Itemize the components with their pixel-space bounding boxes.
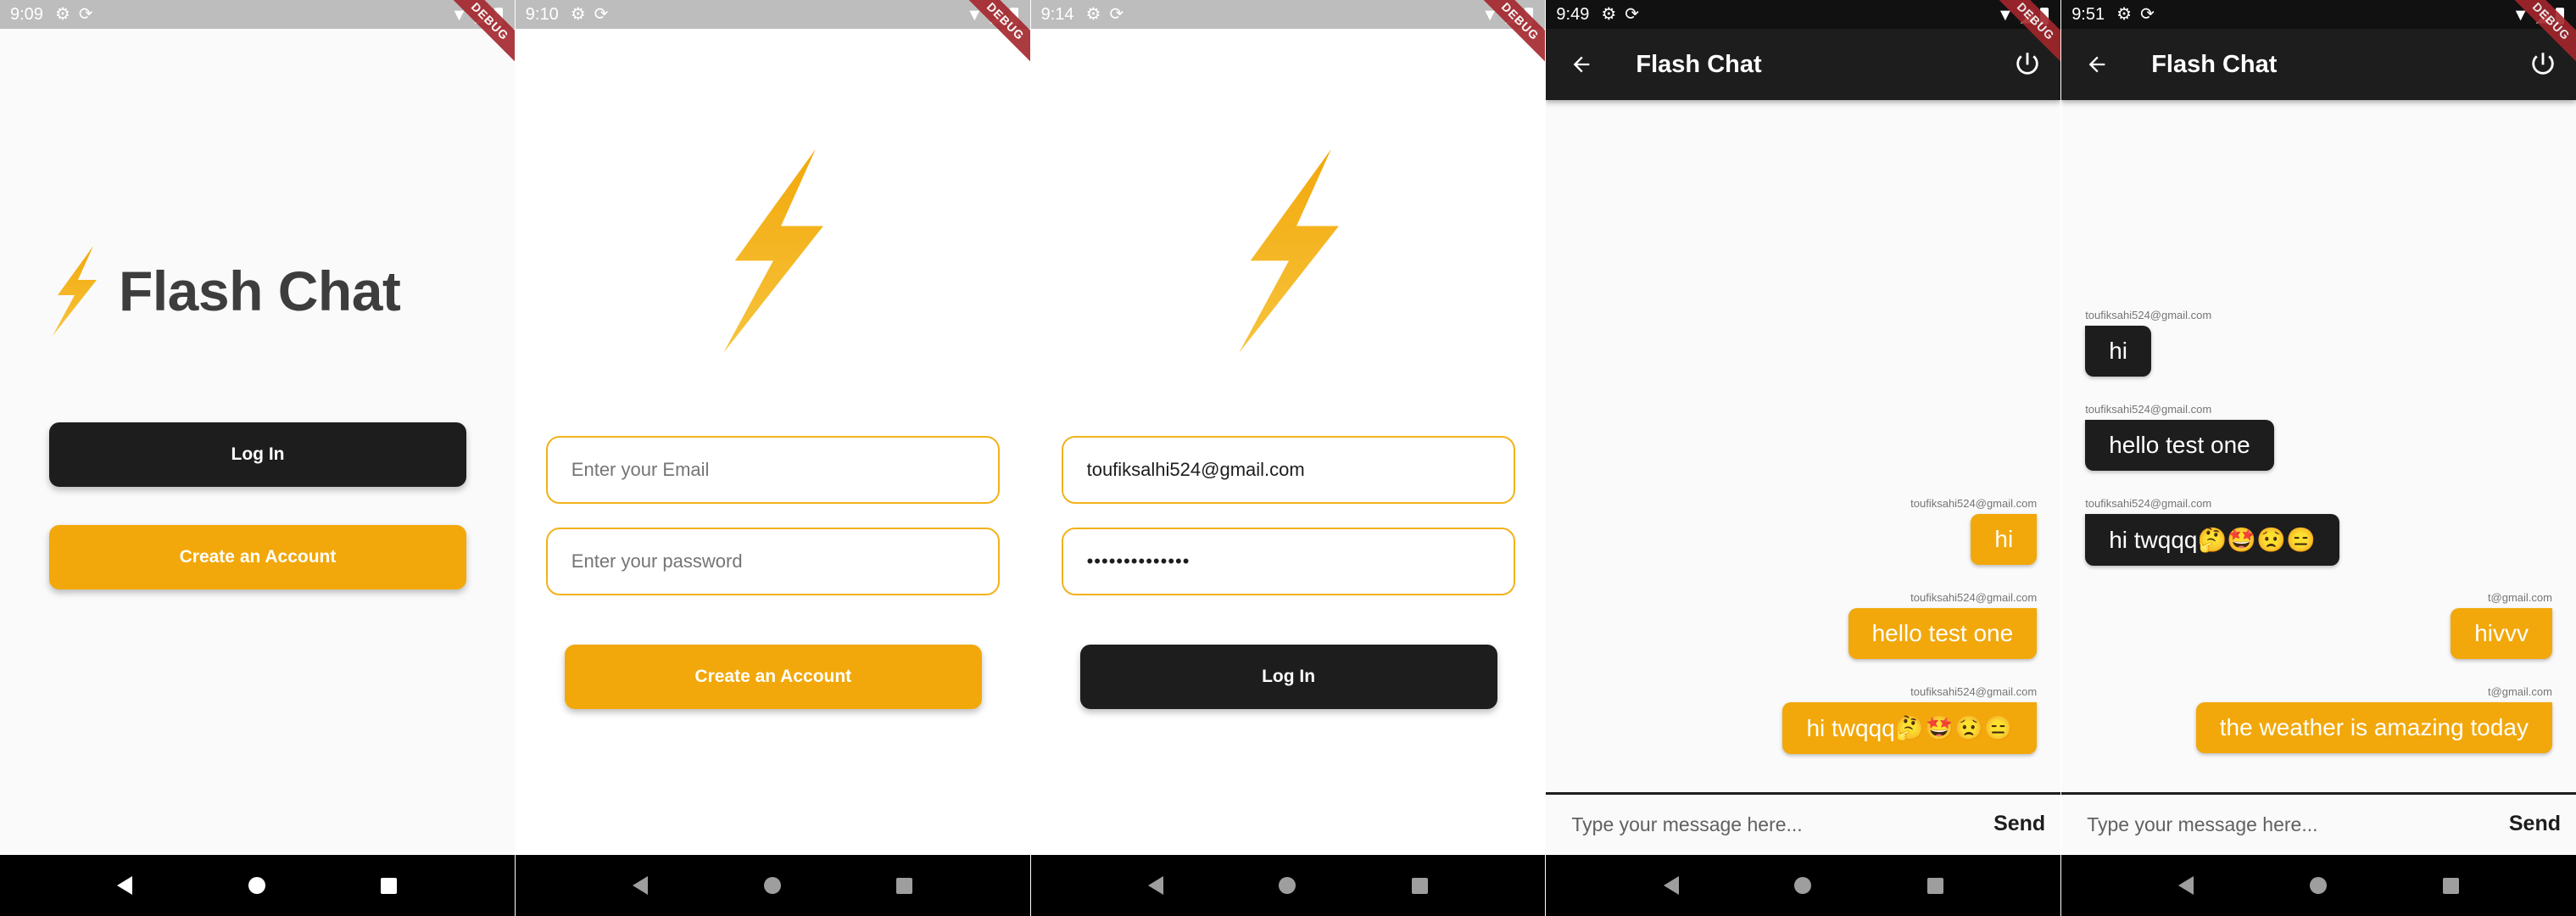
message-item: toufiksahi524@gmail.com hi [1910,497,2038,565]
message-sender: toufiksahi524@gmail.com [1910,591,2038,604]
bolt-icon [722,148,823,354]
send-button[interactable]: Send [2509,812,2561,836]
settings-icon: ⚙ [570,5,586,24]
nav-back-icon[interactable] [1663,876,1679,895]
nav-home-icon[interactable] [2310,877,2328,894]
message-list: toufiksahi524@gmail.com hi toufiksahi524… [1546,100,2060,792]
status-bar: 9:09 ⚙ ⟳ ▼ ◢ [0,0,515,29]
status-time: 9:51 [2071,4,2105,24]
send-button[interactable]: Send [1993,812,2045,836]
status-time: 9:09 [10,4,43,24]
message-bubble: hivvv [2451,608,2552,659]
nav-back-icon[interactable] [117,876,133,895]
back-arrow-icon[interactable] [2085,53,2109,76]
sync-icon: ⟳ [2140,5,2155,24]
settings-icon: ⚙ [2116,5,2133,24]
nav-recents-icon[interactable] [381,877,398,894]
message-bubble: hi twqqq🤔🤩😟😑 [2085,514,2339,566]
message-input[interactable]: Type your message here... [1571,813,1802,836]
power-icon[interactable] [2529,49,2557,78]
email-field[interactable]: Enter your Email [545,436,1000,504]
status-bar: 9:10 ⚙ ⟳ ▼ ◢ [515,0,1030,29]
message-item: toufiksahi524@gmail.com hi twqqq🤔🤩😟😑 [2085,497,2339,566]
app-title: Flash Chat [119,260,401,322]
status-bar: 9:49 ⚙ ⟳ ▼ ◢ [1546,0,2061,29]
settings-icon: ⚙ [54,5,70,24]
message-sender: toufiksahi524@gmail.com [2085,309,2212,321]
app-bar: Flash Chat [2061,29,2576,100]
welcome-screen: 9:09 ⚙ ⟳ ▼ ◢ DEBUG Flash Chat Log In Cre… [0,0,515,916]
status-time: 9:49 [1556,4,1590,24]
status-time: 9:14 [1040,4,1074,24]
sync-icon: ⟳ [78,5,93,24]
system-nav-bar [515,855,1030,916]
message-bubble: hi [2085,326,2151,377]
nav-recents-icon[interactable] [1926,877,1943,894]
email-field[interactable]: toufiksalhi524@gmail.com [1061,436,1515,504]
status-bar: 9:14 ⚙ ⟳ ▼ ◢ [1030,0,1546,29]
nav-home-icon[interactable] [248,877,265,894]
message-bubble: hello test one [2085,420,2274,471]
nav-recents-icon[interactable] [2442,877,2459,894]
login-screen: 9:14 ⚙ ⟳ ▼ ◢ DEBUG toufiksalhi524@gmail.… [1030,0,1546,916]
message-sender: toufiksahi524@gmail.com [2085,497,2212,510]
create-account-button[interactable]: Create an Account [564,645,982,709]
brand: Flash Chat [49,246,401,336]
message-sender: t@gmail.com [2487,685,2552,698]
login-button[interactable]: Log In [1079,645,1497,709]
system-nav-bar [1546,855,2061,916]
app-bar-title: Flash Chat [2151,51,2278,78]
create-account-button[interactable]: Create an Account [49,525,466,589]
message-composer: Type your message here... Send [1546,792,2061,855]
nav-recents-icon[interactable] [1412,877,1429,894]
nav-back-icon[interactable] [1147,876,1163,895]
back-arrow-icon[interactable] [1570,53,1593,76]
nav-home-icon[interactable] [1794,877,1812,894]
chat-screen-sender: 9:49 ⚙ ⟳ ▼ ◢ Flash Chat DEBUG toufiksahi… [1546,0,2061,916]
nav-home-icon[interactable] [763,877,781,894]
sync-icon: ⟳ [594,5,609,24]
settings-icon: ⚙ [1601,5,1617,24]
power-icon[interactable] [2013,49,2042,78]
sync-icon: ⟳ [1625,5,1640,24]
message-item: toufiksahi524@gmail.com hello test one [2085,403,2274,471]
message-item: toufiksahi524@gmail.com hi twqqq🤔🤩😟😑 [1782,685,2038,754]
chat-screen-receiver: 9:51 ⚙ ⟳ ▼ ◢ Flash Chat DEBUG toufiksahi… [2061,0,2576,916]
bolt-icon [53,246,97,336]
password-field[interactable]: •••••••••••••• [1061,528,1515,595]
message-bubble: hello test one [1848,608,2038,659]
message-list: toufiksahi524@gmail.com hi toufiksahi524… [2061,100,2576,792]
password-field[interactable]: Enter your password [545,528,1000,595]
message-sender: t@gmail.com [2487,591,2552,604]
system-nav-bar [1030,855,1546,916]
settings-icon: ⚙ [1085,5,1101,24]
message-bubble: the weather is amazing today [2195,702,2552,753]
registration-screen: 9:10 ⚙ ⟳ ▼ ◢ DEBUG Enter your Email Ente… [515,0,1030,916]
app-bar: Flash Chat [1546,29,2061,100]
message-input[interactable]: Type your message here... [2087,813,2317,836]
message-item: t@gmail.com the weather is amazing today [2195,685,2552,753]
status-time: 9:10 [525,4,559,24]
message-item: toufiksahi524@gmail.com hi [2085,309,2211,377]
status-bar: 9:51 ⚙ ⟳ ▼ ◢ [2061,0,2576,29]
nav-home-icon[interactable] [1279,877,1296,894]
message-sender: toufiksahi524@gmail.com [1910,685,2038,698]
nav-back-icon[interactable] [633,876,649,895]
login-button[interactable]: Log In [49,422,466,487]
message-sender: toufiksahi524@gmail.com [2085,403,2212,416]
system-nav-bar [2061,855,2576,916]
message-bubble: hi twqqq🤔🤩😟😑 [1782,702,2038,754]
message-item: t@gmail.com hivvv [2451,591,2552,659]
bolt-icon [1238,148,1339,354]
sync-icon: ⟳ [1109,5,1124,24]
message-bubble: hi [1971,514,2038,565]
app-bar-title: Flash Chat [1636,51,1762,78]
message-composer: Type your message here... Send [2061,792,2576,855]
nav-back-icon[interactable] [2178,876,2194,895]
message-sender: toufiksahi524@gmail.com [1910,497,2038,510]
system-nav-bar [0,855,515,916]
nav-recents-icon[interactable] [896,877,913,894]
message-item: toufiksahi524@gmail.com hello test one [1848,591,2038,659]
